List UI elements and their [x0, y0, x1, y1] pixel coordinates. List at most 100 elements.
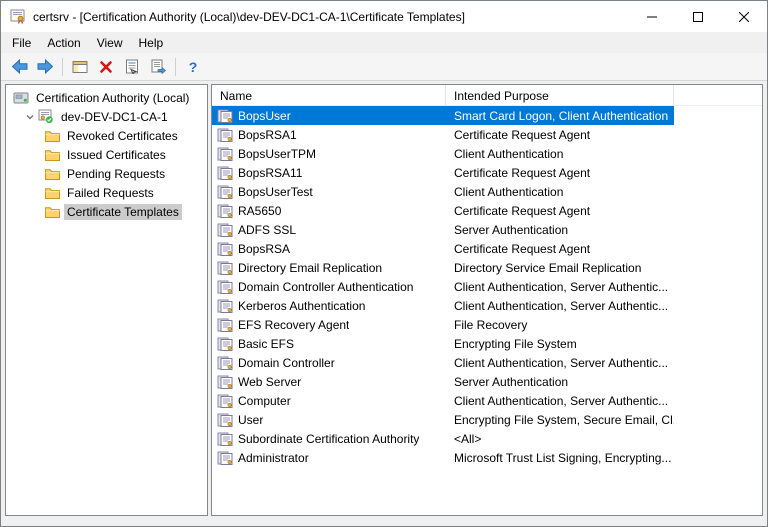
template-row[interactable]: BopsUserTestClient Authentication	[212, 182, 674, 201]
template-row[interactable]: Kerberos AuthenticationClient Authentica…	[212, 296, 674, 315]
menubar: File Action View Help	[1, 32, 767, 53]
certificate-template-icon	[217, 413, 233, 427]
certification-authority-icon	[13, 91, 29, 105]
certificate-template-icon	[217, 280, 233, 294]
tree-item-label: Pending Requests	[64, 166, 168, 182]
template-intended-purpose: Client Authentication, Server Authentic.…	[446, 356, 674, 370]
forward-button[interactable]	[32, 55, 58, 79]
template-row[interactable]: BopsRSA11Certificate Request Agent	[212, 163, 674, 182]
template-row[interactable]: EFS Recovery Agent File Recovery	[212, 315, 674, 334]
back-icon	[11, 59, 28, 74]
ca-icon	[38, 109, 54, 124]
menu-view[interactable]: View	[89, 33, 131, 53]
certificate-template-icon	[217, 318, 233, 332]
certificate-template-icon	[217, 109, 233, 123]
template-name: Domain Controller	[238, 356, 335, 370]
window-controls	[629, 1, 767, 32]
chevron-expanded-icon[interactable]	[25, 112, 35, 122]
certificate-template-icon	[217, 451, 233, 465]
template-row[interactable]: BopsRSACertificate Request Agent	[212, 239, 674, 258]
templates-rows: BopsUserSmart Card Logon, Client Authent…	[212, 106, 762, 515]
delete-icon	[99, 60, 113, 74]
template-name: ADFS SSL	[238, 223, 296, 237]
template-row[interactable]: RA5650Certificate Request Agent	[212, 201, 674, 220]
toolbar: ?	[1, 53, 767, 81]
template-row[interactable]: Domain Controller AuthenticationClient A…	[212, 277, 674, 296]
close-button[interactable]	[721, 1, 767, 32]
certificate-template-icon	[217, 185, 233, 199]
tree-item-certificate-templates[interactable]: Certificate Templates	[6, 202, 207, 221]
template-intended-purpose: Client Authentication, Server Authentic.…	[446, 299, 674, 313]
tree-item-ca[interactable]: dev-DEV-DC1-CA-1	[6, 107, 207, 126]
template-intended-purpose: Server Authentication	[446, 223, 674, 237]
certificate-template-icon	[217, 299, 233, 313]
tree-item-certification-authority[interactable]: Certification Authority (Local)	[6, 88, 207, 107]
tree-item-pending-requests[interactable]: Pending Requests	[6, 164, 207, 183]
folder-icon	[45, 149, 60, 161]
folder-icon	[45, 130, 60, 142]
template-row[interactable]: ComputerClient Authentication, Server Au…	[212, 391, 674, 410]
main-split: Certification Authority (Local) dev-DEV-…	[1, 81, 767, 526]
show-hide-console-tree-button[interactable]	[67, 55, 93, 79]
template-intended-purpose: Client Authentication	[446, 185, 674, 199]
maximize-button[interactable]	[675, 1, 721, 32]
template-intended-purpose: Encrypting File System, Secure Email, Cl…	[446, 413, 674, 427]
template-row[interactable]: Web ServerServer Authentication	[212, 372, 674, 391]
menu-help[interactable]: Help	[131, 33, 172, 53]
template-intended-purpose: Certificate Request Agent	[446, 204, 674, 218]
toolbar-separator	[62, 58, 63, 76]
properties-icon	[125, 59, 139, 74]
back-button[interactable]	[6, 55, 32, 79]
template-name: User	[238, 413, 263, 427]
template-row[interactable]: BopsUserTPMClient Authentication	[212, 144, 674, 163]
template-name: Subordinate Certification Authority	[238, 432, 419, 446]
certificate-template-icon	[217, 356, 233, 370]
toolbar-separator	[175, 58, 176, 76]
template-name: BopsRSA11	[238, 166, 302, 180]
tree-root-label: Certification Authority (Local)	[33, 90, 192, 106]
template-intended-purpose: Certificate Request Agent	[446, 128, 674, 142]
certificate-template-icon	[217, 242, 233, 256]
tree-item-failed-requests[interactable]: Failed Requests	[6, 183, 207, 202]
minimize-button[interactable]	[629, 1, 675, 32]
tree-item-label: Revoked Certificates	[64, 128, 181, 144]
template-intended-purpose: Server Authentication	[446, 375, 674, 389]
template-row[interactable]: Domain Controller Client Authentication, …	[212, 353, 674, 372]
help-button[interactable]: ?	[180, 55, 206, 79]
certificate-template-icon	[217, 166, 233, 180]
template-name: BopsRSA	[238, 242, 290, 256]
template-row[interactable]: Subordinate Certification Authority<All>	[212, 429, 674, 448]
delete-button[interactable]	[93, 55, 119, 79]
template-row[interactable]: AdministratorMicrosoft Trust List Signin…	[212, 448, 674, 467]
template-name: Directory Email Replication	[238, 261, 382, 275]
template-row[interactable]: User Encrypting File System, Secure Email…	[212, 410, 674, 429]
help-icon: ?	[189, 59, 198, 75]
certificate-template-icon	[217, 147, 233, 161]
tree-item-issued-certificates[interactable]: Issued Certificates	[6, 145, 207, 164]
folder-icon	[45, 206, 60, 218]
tree-ca-label: dev-DEV-DC1-CA-1	[58, 109, 171, 125]
template-intended-purpose: Client Authentication, Server Authentic.…	[446, 280, 674, 294]
close-icon	[739, 12, 749, 22]
column-header-intended-purpose[interactable]: Intended Purpose	[446, 85, 674, 105]
export-list-button[interactable]	[145, 55, 171, 79]
column-header-name[interactable]: Name	[212, 85, 446, 105]
menu-file[interactable]: File	[4, 33, 39, 53]
titlebar[interactable]: certsrv - [Certification Authority (Loca…	[1, 1, 767, 32]
template-name: EFS Recovery Agent	[238, 318, 349, 332]
menu-action[interactable]: Action	[39, 33, 88, 53]
template-row[interactable]: Basic EFSEncrypting File System	[212, 334, 674, 353]
template-intended-purpose: Client Authentication, Server Authentic.…	[446, 394, 674, 408]
template-row[interactable]: BopsUserSmart Card Logon, Client Authent…	[212, 106, 674, 125]
template-name: Basic EFS	[238, 337, 294, 351]
properties-button[interactable]	[119, 55, 145, 79]
templates-list-pane: Name Intended Purpose BopsUserSmart Card…	[211, 84, 763, 516]
certificate-template-icon	[217, 261, 233, 275]
template-row[interactable]: ADFS SSL Server Authentication	[212, 220, 674, 239]
template-row[interactable]: Directory Email ReplicationDirectory Ser…	[212, 258, 674, 277]
list-header: Name Intended Purpose	[212, 85, 762, 106]
tree-item-label: Certificate Templates	[64, 204, 182, 220]
tree-item-revoked-certificates[interactable]: Revoked Certificates	[6, 126, 207, 145]
template-row[interactable]: BopsRSA1Certificate Request Agent	[212, 125, 674, 144]
template-intended-purpose: File Recovery	[446, 318, 674, 332]
